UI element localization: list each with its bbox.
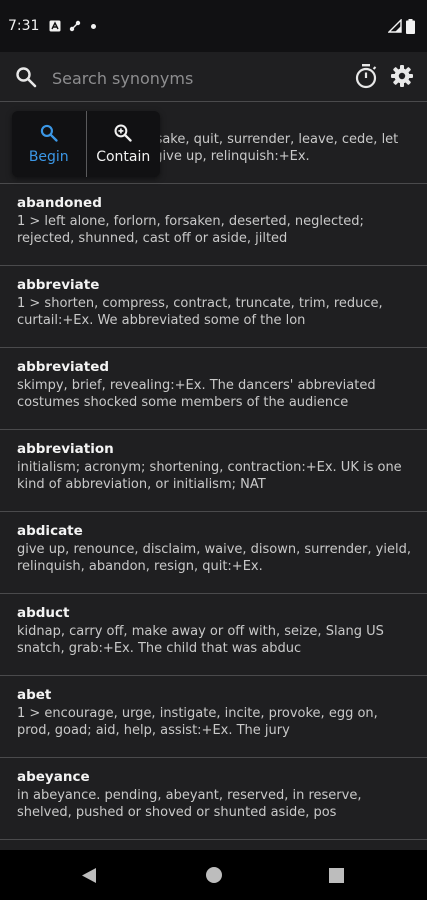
- list-item[interactable]: abet 1 > encourage, urge, instigate, inc…: [0, 676, 427, 758]
- status-right: [388, 18, 415, 34]
- entry-word: abet: [17, 687, 52, 703]
- recents-icon[interactable]: [329, 868, 344, 883]
- list-item[interactable]: abandoned 1 > left alone, forlorn, forsa…: [0, 184, 427, 266]
- search-icon: [40, 124, 58, 142]
- list-item[interactable]: abeyance in abeyance. pending, abeyant, …: [0, 758, 427, 840]
- home-icon[interactable]: [206, 867, 222, 883]
- zoom-in-icon: [114, 124, 132, 142]
- search-mode-popup: Begin Contain: [12, 111, 160, 177]
- entry-definition: give up, renounce, disclaim, waive, diso…: [17, 542, 411, 574]
- entry-word: abduct: [17, 605, 70, 621]
- synonym-list: abandon 1 > leave, desert, forsake, quit…: [0, 102, 427, 840]
- gear-icon[interactable]: [390, 64, 414, 88]
- back-icon[interactable]: [81, 867, 97, 884]
- entry-definition: 1 > encourage, urge, instigate, incite, …: [17, 706, 378, 738]
- battery-icon: [406, 18, 415, 34]
- list-item[interactable]: abbreviation initialism; acronym; shorte…: [0, 430, 427, 512]
- contain-mode-button[interactable]: Contain: [87, 111, 161, 177]
- entry-definition: 1 > shorten, compress, contract, truncat…: [17, 296, 383, 328]
- begin-label: Begin: [28, 149, 69, 165]
- entry-word: abbreviation: [17, 441, 114, 457]
- entry-definition: 1 > left alone, forlorn, forsaken, deser…: [17, 214, 364, 246]
- list-item[interactable]: abbreviated skimpy, brief, revealing:+Ex…: [0, 348, 427, 430]
- timer-icon[interactable]: [354, 63, 378, 89]
- entry-definition: skimpy, brief, revealing:+Ex. The dancer…: [17, 378, 376, 410]
- list-item[interactable]: abbreviate 1 > shorten, compress, contra…: [0, 266, 427, 348]
- entry-definition: in abeyance. pending, abeyant, reserved,…: [17, 788, 362, 820]
- entry-word: abandoned: [17, 195, 102, 211]
- search-icon[interactable]: [14, 65, 38, 89]
- entry-word: abbreviated: [17, 359, 110, 375]
- status-bar: 7:31: [0, 0, 427, 52]
- notification-a-icon: [49, 20, 61, 32]
- entry-definition: initialism; acronym; shortening, contrac…: [17, 460, 402, 492]
- list-item[interactable]: abduct kidnap, carry off, make away or o…: [0, 594, 427, 676]
- notification-dot-icon: [91, 23, 97, 29]
- entry-definition: kidnap, carry off, make away or off with…: [17, 624, 384, 656]
- list-item[interactable]: abdicate give up, renounce, disclaim, wa…: [0, 512, 427, 594]
- entry-word: abdicate: [17, 523, 83, 539]
- contain-label: Contain: [96, 149, 151, 165]
- begin-mode-button[interactable]: Begin: [12, 111, 86, 177]
- status-time: 7:31: [8, 18, 40, 34]
- entry-word: abeyance: [17, 769, 90, 785]
- entry-word: abbreviate: [17, 277, 100, 293]
- signal-icon: [388, 19, 402, 33]
- search-input[interactable]: [50, 62, 334, 94]
- notification-dots-icon: [70, 20, 81, 32]
